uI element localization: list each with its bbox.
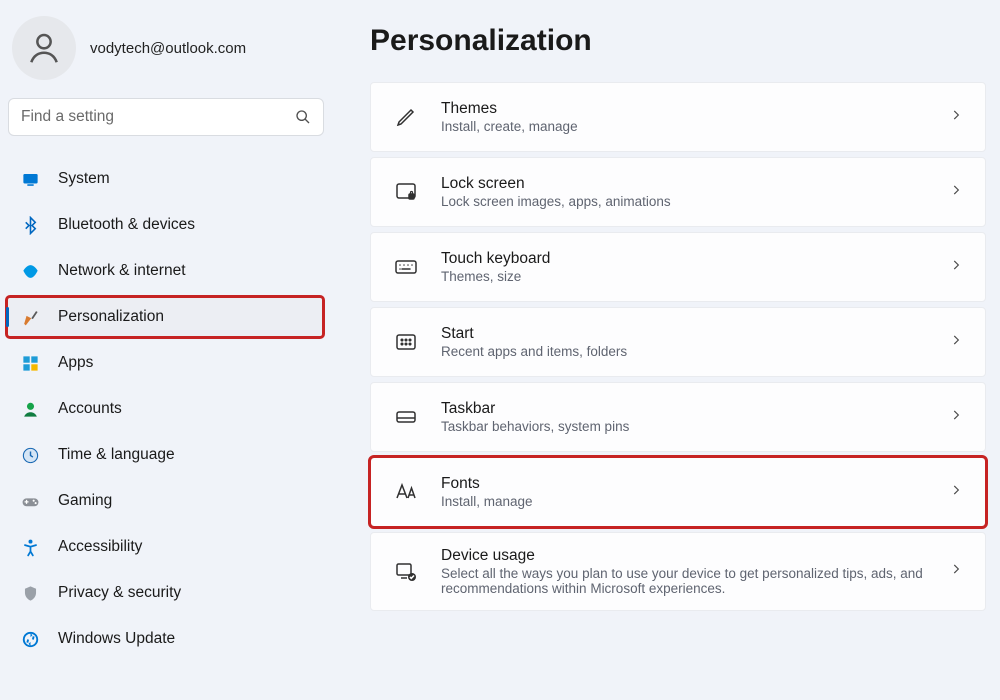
accessibility-icon: [20, 537, 40, 557]
privacy-icon: [20, 583, 40, 603]
card-text: Device usage Select all the ways you pla…: [441, 547, 927, 596]
sidebar-item-accounts[interactable]: Accounts: [6, 388, 324, 430]
card-title: Fonts: [441, 475, 927, 493]
chevron-right-icon: [949, 108, 963, 127]
start-icon: [393, 330, 419, 354]
sidebar-item-privacy[interactable]: Privacy & security: [6, 572, 324, 614]
card-keyboard[interactable]: Touch keyboard Themes, size: [370, 232, 986, 302]
sidebar-item-gaming[interactable]: Gaming: [6, 480, 324, 522]
card-text: Touch keyboard Themes, size: [441, 250, 927, 284]
page-title: Personalization: [370, 24, 986, 58]
device-usage-icon: [393, 560, 419, 584]
card-subtitle: Install, manage: [441, 494, 927, 509]
avatar: [12, 16, 76, 80]
user-icon: [25, 29, 63, 67]
time-icon: [20, 445, 40, 465]
card-title: Lock screen: [441, 175, 927, 193]
sidebar-item-system[interactable]: System: [6, 158, 324, 200]
sidebar-item-label: Gaming: [58, 492, 112, 510]
card-title: Taskbar: [441, 400, 927, 418]
sidebar-item-label: Bluetooth & devices: [58, 216, 195, 234]
personalization-icon: [20, 307, 40, 327]
card-title: Device usage: [441, 547, 927, 565]
sidebar-item-label: Personalization: [58, 308, 164, 326]
profile-email: vodytech@outlook.com: [90, 40, 246, 57]
sidebar-item-label: Network & internet: [58, 262, 186, 280]
card-title: Themes: [441, 100, 927, 118]
card-fonts[interactable]: Fonts Install, manage: [370, 457, 986, 527]
sidebar-item-update[interactable]: Windows Update: [6, 618, 324, 660]
chevron-right-icon: [949, 333, 963, 352]
gaming-icon: [20, 491, 40, 511]
card-title: Touch keyboard: [441, 250, 927, 268]
sidebar-item-personalization[interactable]: Personalization: [6, 296, 324, 338]
chevron-right-icon: [949, 483, 963, 502]
settings-sidebar: vodytech@outlook.com System Bluetooth & …: [0, 0, 330, 700]
sidebar-item-network[interactable]: Network & internet: [6, 250, 324, 292]
chevron-right-icon: [949, 183, 963, 202]
sidebar-item-label: Privacy & security: [58, 584, 181, 602]
card-taskbar[interactable]: Taskbar Taskbar behaviors, system pins: [370, 382, 986, 452]
sidebar-item-label: Time & language: [58, 446, 175, 464]
sidebar-item-apps[interactable]: Apps: [6, 342, 324, 384]
lock-screen-icon: [393, 180, 419, 204]
keyboard-icon: [393, 255, 419, 279]
sidebar-item-label: Apps: [58, 354, 93, 372]
card-subtitle: Recent apps and items, folders: [441, 344, 927, 359]
sidebar-item-time[interactable]: Time & language: [6, 434, 324, 476]
card-subtitle: Lock screen images, apps, animations: [441, 194, 927, 209]
fonts-icon: [393, 480, 419, 504]
sidebar-item-label: System: [58, 170, 110, 188]
sidebar-nav: System Bluetooth & devices Network & int…: [6, 158, 324, 664]
card-subtitle: Taskbar behaviors, system pins: [441, 419, 927, 434]
pen-icon: [393, 105, 419, 129]
chevron-right-icon: [949, 258, 963, 277]
taskbar-icon: [393, 405, 419, 429]
sidebar-item-label: Accounts: [58, 400, 122, 418]
card-text: Themes Install, create, manage: [441, 100, 927, 134]
search-input-wrap[interactable]: [8, 98, 324, 136]
card-subtitle: Select all the ways you plan to use your…: [441, 566, 927, 596]
system-icon: [20, 169, 40, 189]
sidebar-item-label: Windows Update: [58, 630, 175, 648]
profile-header[interactable]: vodytech@outlook.com: [6, 10, 324, 98]
card-text: Start Recent apps and items, folders: [441, 325, 927, 359]
sidebar-item-label: Accessibility: [58, 538, 142, 556]
main-content: Personalization Themes Install, create, …: [330, 0, 1000, 700]
card-title: Start: [441, 325, 927, 343]
card-text: Lock screen Lock screen images, apps, an…: [441, 175, 927, 209]
search-input[interactable]: [21, 108, 295, 126]
settings-cards: Themes Install, create, manage Lock scre…: [370, 82, 986, 612]
sidebar-item-accessibility[interactable]: Accessibility: [6, 526, 324, 568]
card-text: Taskbar Taskbar behaviors, system pins: [441, 400, 927, 434]
network-icon: [20, 261, 40, 281]
card-text: Fonts Install, manage: [441, 475, 927, 509]
card-subtitle: Install, create, manage: [441, 119, 927, 134]
search-icon: [295, 109, 311, 125]
accounts-icon: [20, 399, 40, 419]
card-lock-screen[interactable]: Lock screen Lock screen images, apps, an…: [370, 157, 986, 227]
update-icon: [20, 629, 40, 649]
card-start[interactable]: Start Recent apps and items, folders: [370, 307, 986, 377]
sidebar-item-bluetooth[interactable]: Bluetooth & devices: [6, 204, 324, 246]
card-pen[interactable]: Themes Install, create, manage: [370, 82, 986, 152]
chevron-right-icon: [949, 562, 963, 581]
chevron-right-icon: [949, 408, 963, 427]
card-device-usage[interactable]: Device usage Select all the ways you pla…: [370, 532, 986, 611]
apps-icon: [20, 353, 40, 373]
bluetooth-icon: [20, 215, 40, 235]
card-subtitle: Themes, size: [441, 269, 927, 284]
